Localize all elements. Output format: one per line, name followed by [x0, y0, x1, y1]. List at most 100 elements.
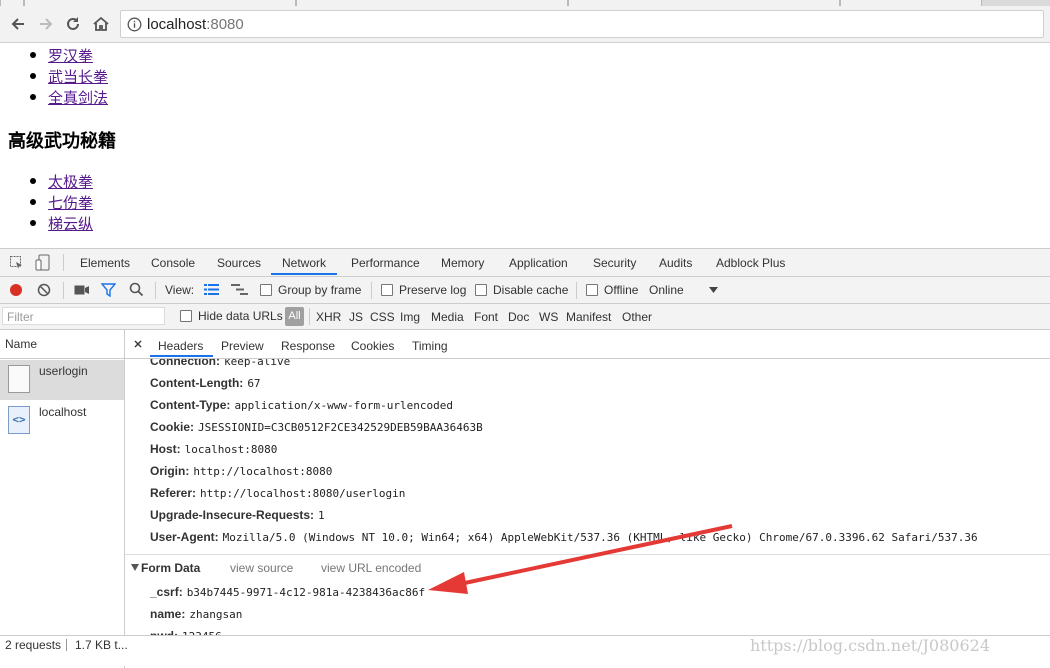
triangle-down-icon[interactable] [131, 564, 139, 571]
record-icon[interactable] [9, 283, 23, 297]
header-row: Origin: http://localhost:8080 [150, 464, 333, 478]
type-filter-media[interactable]: Media [431, 310, 464, 324]
section-heading: 高级武功秘籍 [8, 131, 116, 152]
address-bar[interactable]: localhost:8080 [120, 10, 1044, 38]
tab-application[interactable]: Application [509, 256, 568, 270]
tab-headers[interactable]: Headers [158, 339, 203, 353]
type-filter-xhr[interactable]: XHR [316, 310, 341, 324]
skill-link[interactable]: 武当长拳 [48, 66, 108, 87]
reload-button[interactable] [61, 12, 85, 36]
forward-arrow-icon [40, 18, 53, 30]
tab-performance[interactable]: Performance [351, 256, 420, 270]
forward-button[interactable] [34, 12, 58, 36]
request-row-localhost[interactable]: <> localhost [0, 401, 124, 441]
tab-security[interactable]: Security [593, 256, 636, 270]
form-data-title[interactable]: Form Data [141, 561, 200, 575]
tab-preview[interactable]: Preview [221, 339, 264, 353]
tab-memory[interactable]: Memory [441, 256, 484, 270]
filter-bar: Filter Hide data URLs All XHR JS CSS Img… [0, 304, 1050, 330]
home-button[interactable] [89, 12, 113, 36]
watermark: https://blog.csdn.net/J080624 [750, 636, 990, 655]
tab-audits[interactable]: Audits [659, 256, 692, 270]
device-toolbar-icon[interactable] [35, 254, 50, 271]
home-icon [93, 16, 109, 31]
request-name: userlogin [39, 364, 88, 378]
url-text: localhost:8080 [147, 16, 244, 33]
reload-icon [67, 17, 79, 30]
view-url-encoded-link[interactable]: view URL encoded [321, 561, 421, 575]
devtools-tab-bar: Elements Console Sources Network Perform… [0, 249, 1050, 277]
request-list: Name userlogin <> localhost [0, 330, 125, 668]
type-filter-all[interactable]: All [285, 307, 304, 326]
type-filter-font[interactable]: Font [474, 310, 498, 324]
header-row: Cookie: JSESSIONID=C3CB0512F2CE342529DEB5… [150, 420, 483, 434]
tab-elements[interactable]: Elements [80, 256, 130, 270]
hide-data-urls-checkbox[interactable] [180, 310, 192, 322]
form-field-row: name: zhangsan [150, 607, 243, 621]
skill-link[interactable]: 全真剑法 [48, 87, 108, 108]
disable-cache-checkbox[interactable] [475, 284, 487, 296]
throttling-select[interactable]: Online [649, 283, 684, 297]
active-tab-indicator [271, 273, 337, 275]
hide-data-urls-label: Hide data URLs [198, 309, 283, 323]
annotation-arrow [428, 524, 733, 594]
tab-cookies[interactable]: Cookies [351, 339, 394, 353]
form-field-row: _csrf: b34b7445-9971-4c12-981a-4238436ac8… [150, 585, 426, 599]
transfer-size: 1.7 KB t... [75, 638, 128, 652]
filter-input[interactable]: Filter [2, 307, 165, 325]
type-filter-js[interactable]: JS [349, 310, 363, 324]
header-row: Content-Length: 67 [150, 376, 261, 390]
inspect-element-icon[interactable] [9, 255, 24, 270]
tab-network[interactable]: Network [282, 256, 326, 270]
type-filter-img[interactable]: Img [400, 310, 420, 324]
type-filter-manifest[interactable]: Manifest [566, 310, 611, 324]
view-label: View: [165, 283, 195, 297]
header-row: Content-Type: application/x-www-form-urle… [150, 398, 453, 412]
tab-sources[interactable]: Sources [217, 256, 261, 270]
info-icon [127, 17, 142, 32]
active-detail-tab-indicator [150, 355, 213, 357]
view-source-link[interactable]: view source [230, 561, 293, 575]
type-filter-ws[interactable]: WS [539, 310, 558, 324]
tab-response[interactable]: Response [281, 339, 335, 353]
disable-cache-label: Disable cache [493, 283, 569, 297]
devtools-panel: Elements Console Sources Network Perform… [0, 248, 1050, 668]
preserve-log-label: Preserve log [399, 283, 467, 297]
skill-link[interactable]: 梯云纵 [48, 213, 93, 234]
offline-label: Offline [604, 283, 639, 297]
back-button[interactable] [6, 12, 30, 36]
search-icon[interactable] [129, 282, 144, 297]
tab-adblock-plus[interactable]: Adblock Plus [716, 256, 785, 270]
filter-icon[interactable] [101, 283, 116, 297]
back-arrow-icon [11, 18, 24, 30]
skill-link[interactable]: 七伤拳 [48, 192, 93, 213]
group-by-frame-checkbox[interactable] [260, 284, 272, 296]
page-content: 罗汉拳 武当长拳 全真剑法 高级武功秘籍 太极拳 七伤拳 梯云纵 [0, 43, 1050, 248]
header-row: Referer: http://localhost:8080/userlogin [150, 486, 406, 500]
name-column-header[interactable]: Name [5, 337, 37, 351]
request-count: 2 requests [5, 638, 62, 652]
details-tab-bar: Headers Preview Response Cookies Timing [125, 330, 1050, 359]
screenshot-camera-icon[interactable] [74, 284, 90, 296]
document-icon [8, 365, 30, 393]
waterfall-icon[interactable] [231, 283, 248, 296]
skill-link[interactable]: 太极拳 [48, 171, 93, 192]
header-row: Host: localhost:8080 [150, 442, 278, 456]
header-row: Connection: keep-alive [150, 359, 291, 368]
tab-timing[interactable]: Timing [412, 339, 448, 353]
close-icon[interactable] [134, 340, 142, 348]
tab-console[interactable]: Console [151, 256, 195, 270]
chevron-down-icon[interactable] [709, 287, 718, 293]
offline-checkbox[interactable] [586, 284, 598, 296]
type-filter-doc[interactable]: Doc [508, 310, 529, 324]
request-list-header: Name [0, 330, 124, 359]
network-toolbar: View: Group by frame Preserve log Disabl… [0, 277, 1050, 304]
request-row-userlogin[interactable]: userlogin [0, 360, 124, 400]
preserve-log-checkbox[interactable] [381, 284, 393, 296]
type-filter-other[interactable]: Other [622, 310, 652, 324]
header-row: Upgrade-Insecure-Requests: 1 [150, 508, 325, 522]
skill-link[interactable]: 罗汉拳 [48, 45, 93, 66]
large-rows-icon[interactable] [204, 283, 219, 296]
clear-icon[interactable] [37, 283, 51, 297]
type-filter-css[interactable]: CSS [370, 310, 395, 324]
